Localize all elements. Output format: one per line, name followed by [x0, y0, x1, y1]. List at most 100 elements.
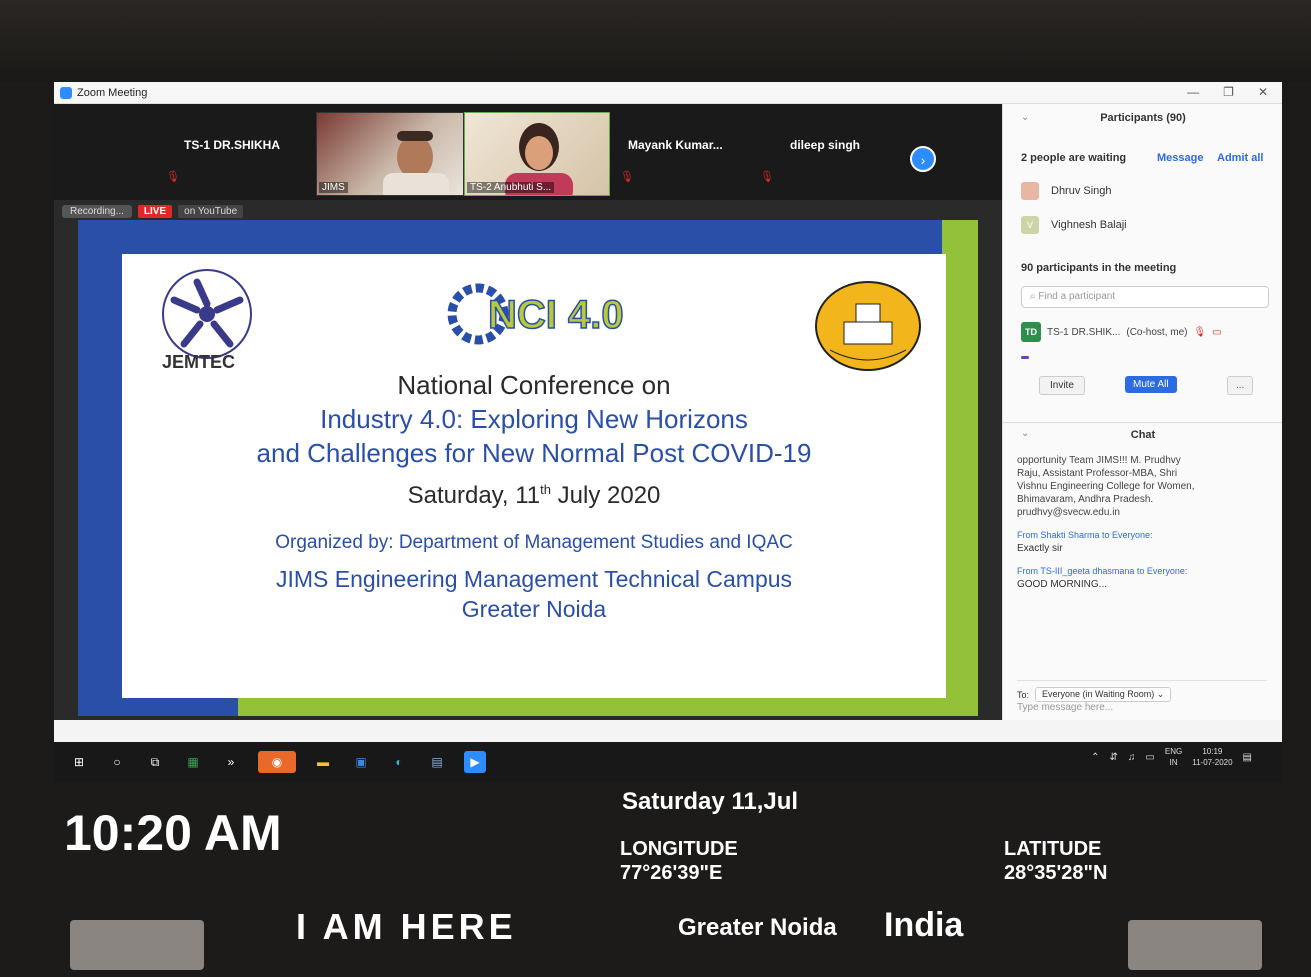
participant-search-input[interactable]: ⌕ Find a participant [1021, 286, 1269, 308]
live-badge: LIVE [137, 204, 173, 218]
photo-bezel-top [0, 0, 1311, 82]
slide-title-line: Industry 4.0: Exploring New Horizons [320, 404, 748, 434]
chat-line: prudhvy@svecw.edu.in [1017, 507, 1120, 518]
slide-location: Greater Noida [461, 596, 607, 622]
notifications-icon[interactable]: ▤ [1243, 752, 1252, 763]
slide-heading: National Conference on [397, 370, 671, 400]
more-options-button[interactable]: ... [1227, 376, 1254, 395]
latitude-label: LATITUDE [1004, 838, 1102, 860]
stamp-date: Saturday 11,Jul [622, 788, 799, 815]
participant-name: Vighnesh Balaji [1051, 219, 1127, 231]
volume-icon[interactable]: ♫ [1128, 752, 1136, 763]
file-explorer-icon[interactable]: ▬ [312, 751, 334, 773]
battery-icon[interactable]: ▭ [1145, 752, 1154, 763]
chevron-down-icon: ⌄ [1156, 689, 1165, 699]
shared-screen: Recording... LIVE on YouTube JEMTEC NCI … [54, 200, 1002, 720]
video-strip: TS-1 DR.SHIKHA 🎙 JIMS TS-2 Anubhuti S...… [54, 104, 1002, 200]
mic-muted-icon: 🎙 [166, 171, 180, 183]
video-tile[interactable]: JIMS [316, 112, 464, 196]
chat-message-body: GOOD MORNING... [1017, 579, 1107, 590]
chevron-right-icon: › [920, 152, 926, 168]
video-tile[interactable]: TS-2 Anubhuti S... [464, 112, 610, 196]
admit-all-button[interactable]: Admit all [1217, 152, 1263, 164]
jemtec-logo [162, 269, 252, 359]
slide-date-suffix: th [540, 482, 551, 497]
chrome-icon[interactable]: ◉ [258, 751, 296, 773]
slide-content: JEMTEC NCI 4.0 National Conference on In… [122, 254, 946, 698]
window-titlebar: Zoom Meeting — ❐ ✕ [54, 82, 1282, 104]
window-controls: — ❐ ✕ [1187, 85, 1268, 99]
chat-line: opportunity Team JIMS!!! M. Prudhvy [1017, 455, 1181, 466]
excel-icon[interactable]: ▦ [182, 751, 204, 773]
recording-indicator[interactable]: Recording... [62, 204, 132, 218]
slide-organizer: Organized by: Department of Management S… [275, 532, 793, 553]
stamp-city: Greater Noida [678, 914, 837, 941]
close-icon[interactable]: ✕ [1258, 85, 1268, 99]
taskbar-clock[interactable]: 10:19 11-07-2020 [1192, 746, 1232, 768]
overflow-icon[interactable]: » [220, 751, 242, 773]
task-view-icon[interactable]: ⧉ [144, 751, 166, 773]
chat-sender[interactable]: From TS-III_geeta dhasmana to Everyone: [1017, 565, 1267, 578]
participant-row[interactable]: TD TS-1 DR.SHIK... (Co-host, me) 🎙 ▭ [1021, 322, 1271, 342]
waiting-participant[interactable]: V Vighnesh Balaji [1021, 216, 1127, 234]
maximize-icon[interactable]: ❐ [1223, 85, 1234, 99]
svg-text:NCI 4.0: NCI 4.0 [488, 293, 624, 337]
tile-name: JIMS [319, 182, 348, 193]
longitude-label: LONGITUDE [620, 838, 738, 860]
tile-name: dileep singh [790, 138, 861, 152]
video-tile[interactable]: TS-1 DR.SHIKHA 🎙 [154, 112, 314, 196]
live-platform-dropdown[interactable]: on YouTube [178, 204, 244, 218]
mic-muted-icon[interactable]: 🎙 [1193, 327, 1206, 338]
windows-start-icon[interactable]: ⊞ [68, 751, 90, 773]
chat-message-input[interactable]: Type message here... [1017, 702, 1113, 713]
chat-recipient: To: Everyone (in Waiting Room) ⌄ [1017, 680, 1267, 702]
chat-message-body: Exactly sir [1017, 543, 1063, 554]
input-language[interactable]: ENG IN [1165, 746, 1182, 768]
waiting-room-count: 2 people are waiting [1021, 152, 1127, 164]
longitude-value: 77°26'39"E [620, 862, 723, 884]
recording-status-bar: Recording... LIVE on YouTube [62, 202, 244, 220]
notes-icon[interactable]: ▤ [426, 751, 448, 773]
chat-sender[interactable]: From Shakti Sharma to Everyone: [1017, 529, 1267, 542]
participants-panel: ⌄ Participants (90) 2 people are waiting… [1002, 104, 1282, 720]
chat-recipient-value: Everyone (in Waiting Room) [1042, 689, 1155, 699]
participants-header: Participants (90) [1100, 112, 1186, 124]
mute-all-button[interactable]: Mute All [1125, 376, 1177, 393]
stamp-tagline: I AM HERE [296, 906, 517, 947]
chat-recipient-dropdown[interactable]: Everyone (in Waiting Room) ⌄ [1035, 687, 1172, 702]
participant-name: Dhruv Singh [1051, 185, 1112, 197]
clock-time: 10:19 [1202, 747, 1223, 756]
presentation-slide: JEMTEC NCI 4.0 National Conference on In… [78, 220, 978, 716]
university-logo [815, 281, 921, 371]
slide-date-month: July 2020 [550, 482, 661, 509]
stamp-country: India [884, 906, 964, 944]
video-tile[interactable]: Mayank Kumar... 🎙 [614, 112, 764, 196]
invite-button[interactable]: Invite [1039, 376, 1085, 395]
waiting-participant[interactable]: Dhruv Singh [1021, 182, 1112, 200]
chat-line: Bhimavaram, Andhra Pradesh. [1017, 494, 1154, 505]
zoom-window: Zoom Meeting — ❐ ✕ TS-1 DR.SHIKHA 🎙 JIMS [54, 82, 1282, 782]
minimize-icon[interactable]: — [1187, 85, 1199, 99]
clock-date: 11-07-2020 [1192, 758, 1233, 767]
edge-icon[interactable]: ◐ [388, 751, 410, 773]
slide-date-day: Saturday, 11 [407, 482, 541, 509]
participant-actions: Invite Mute All ... [1021, 376, 1271, 398]
nci-logo: NCI 4.0 [447, 283, 624, 345]
chat-header: Chat [1003, 422, 1282, 441]
windows-taskbar: ⊞ ○ ⧉ ▦ » ◉ ▬ ▣ ◐ ▤ ▶ ⌃ ⇵ ♫ ▭ ENG IN 10:1… [54, 742, 1282, 782]
in-meeting-count: 90 participants in the meeting [1021, 262, 1177, 274]
zoom-taskbar-icon[interactable]: ▶ [464, 751, 486, 773]
video-tile[interactable]: dileep singh 🎙 [760, 112, 900, 196]
chat-line: Vishnu Engineering College for Women, [1017, 481, 1195, 492]
slide-title-line: and Challenges for New Normal Post COVID… [256, 438, 812, 468]
avatar: TD [1021, 322, 1041, 342]
video-off-icon[interactable]: ▭ [1212, 327, 1221, 338]
system-tray: ⌃ ⇵ ♫ ▭ ENG IN 10:19 11-07-2020 ▤ [1091, 746, 1252, 768]
next-page-button[interactable]: › [910, 146, 936, 172]
region-code: IN [1169, 758, 1178, 767]
store-icon[interactable]: ▣ [350, 751, 372, 773]
search-icon[interactable]: ○ [106, 751, 128, 773]
network-icon[interactable]: ⇵ [1110, 752, 1118, 763]
tray-overflow-icon[interactable]: ⌃ [1091, 752, 1099, 763]
message-waiting-button[interactable]: Message [1157, 152, 1203, 164]
